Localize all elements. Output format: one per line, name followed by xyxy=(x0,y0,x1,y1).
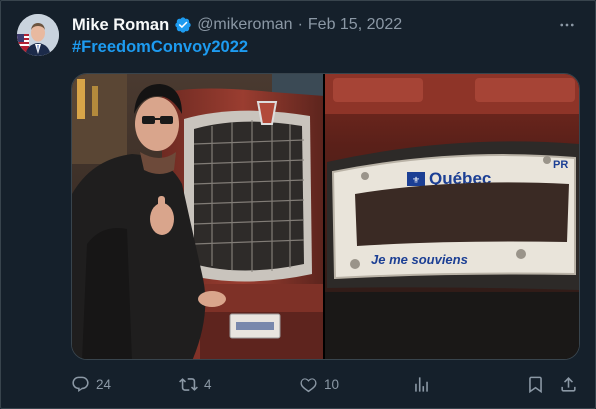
like-count: 10 xyxy=(324,376,340,392)
bookmark-button[interactable] xyxy=(526,372,545,396)
retweet-button[interactable]: 4 xyxy=(179,372,212,396)
share-button[interactable] xyxy=(559,372,578,396)
author-name[interactable]: Mike Roman xyxy=(72,16,169,35)
hashtag-link[interactable]: #FreedomConvoy2022 xyxy=(72,38,248,57)
reply-button[interactable]: 24 xyxy=(71,372,111,396)
media-grid: ⚜ Québec PR Je me souviens xyxy=(71,73,580,360)
more-options-icon[interactable] xyxy=(558,16,576,34)
retweet-count: 4 xyxy=(204,376,212,392)
reply-icon xyxy=(72,376,89,392)
like-button[interactable]: 10 xyxy=(299,372,339,396)
views-button[interactable] xyxy=(412,372,431,396)
author-handle[interactable]: @mikeroman xyxy=(197,16,292,34)
svg-text:⚜: ⚜ xyxy=(412,176,420,186)
retweet-icon xyxy=(179,377,198,391)
tweet-actions: 24 4 10 xyxy=(71,372,583,396)
share-icon xyxy=(561,376,576,392)
tweet-header: Mike Roman @mikeroman · Feb 15, 2022 xyxy=(72,14,402,36)
photo-man-with-truck[interactable] xyxy=(72,74,323,359)
views-bar-chart-icon xyxy=(415,376,428,392)
plate-corner-text: PR xyxy=(553,159,568,171)
heart-icon xyxy=(300,377,317,392)
license-plate-image: ⚜ Québec PR Je me souviens xyxy=(325,74,579,359)
verified-badge-icon xyxy=(175,17,191,33)
plate-motto-text: Je me souviens xyxy=(371,252,468,267)
photo-license-plate[interactable]: ⚜ Québec PR Je me souviens xyxy=(325,74,579,359)
bookmark-icon xyxy=(529,376,542,393)
truck-photo-image xyxy=(72,74,323,359)
reply-count: 24 xyxy=(96,376,112,392)
author-avatar[interactable] xyxy=(17,14,59,56)
avatar-image xyxy=(17,14,59,56)
header-separator: · xyxy=(297,16,303,33)
tweet-date[interactable]: Feb 15, 2022 xyxy=(308,16,402,34)
